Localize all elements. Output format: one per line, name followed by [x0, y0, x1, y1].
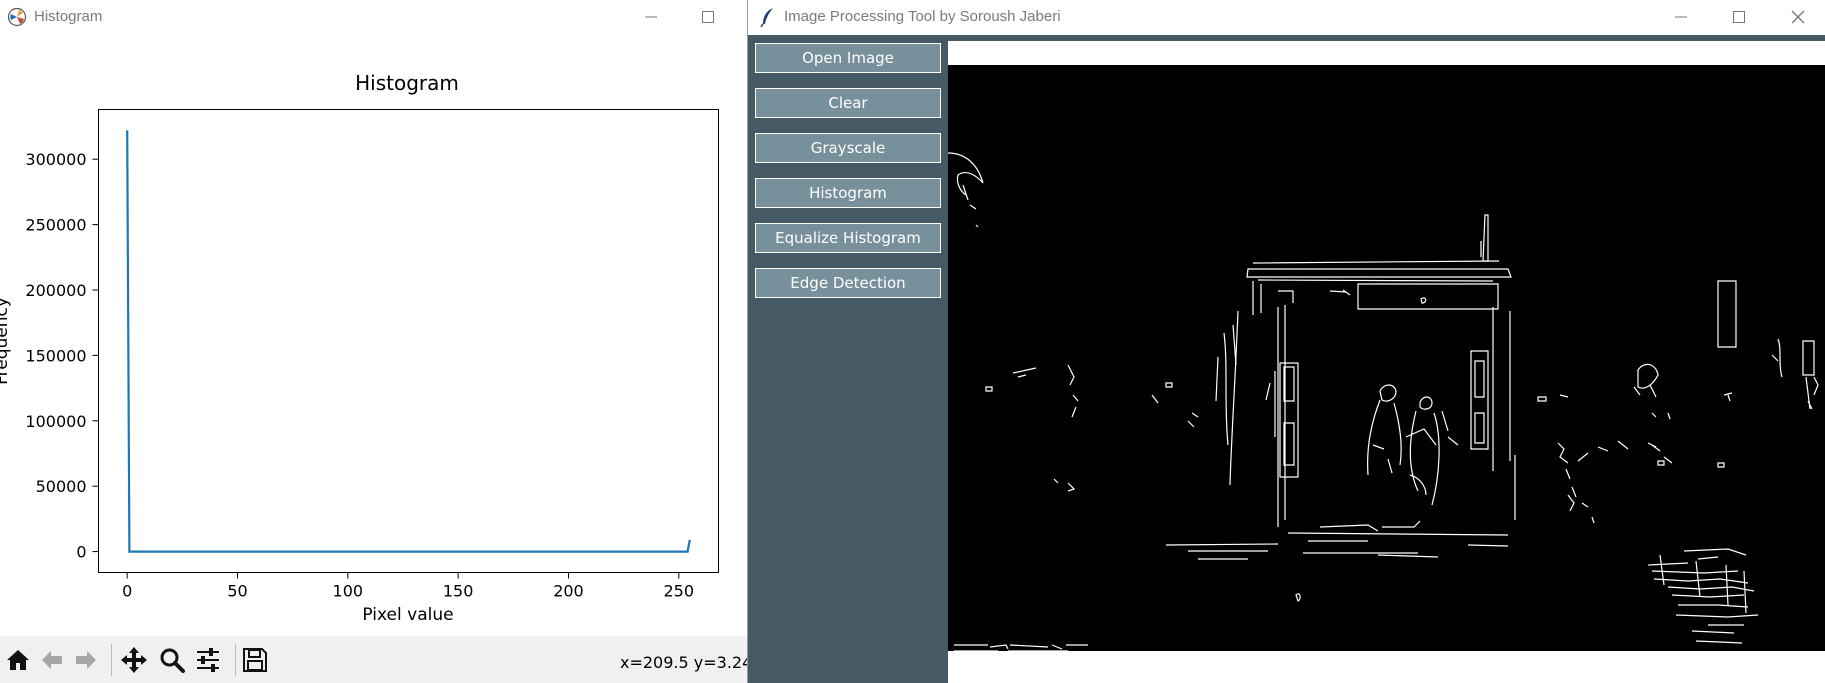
maximize-button[interactable]	[691, 4, 725, 30]
histogram-button[interactable]: Histogram	[755, 178, 941, 208]
y-axis: 0 50000 100000 150000 200000 250000 300000	[25, 150, 99, 562]
button-panel: Open Image Clear Grayscale Histogram Equ…	[748, 35, 946, 683]
zoom-button[interactable]	[157, 645, 187, 675]
minimize-button[interactable]	[634, 4, 668, 30]
save-button[interactable]	[240, 645, 270, 675]
x-tick-label: 100	[333, 582, 364, 601]
y-tick-label: 150000	[25, 346, 86, 365]
close-icon	[1791, 10, 1805, 24]
equalize-histogram-button[interactable]: Equalize Histogram	[755, 223, 941, 253]
y-tick-label: 100000	[25, 412, 86, 431]
maximize-button[interactable]	[1722, 4, 1756, 30]
x-tick-label: 250	[664, 582, 695, 601]
feather-icon	[760, 8, 773, 27]
histogram-titlebar: Histogram	[0, 0, 750, 34]
arrow-left-icon	[42, 651, 62, 669]
histogram-chart: Histogram 0 50 100 150 200 250 0 50000 100000 15…	[0, 71, 719, 625]
close-button[interactable]	[1781, 4, 1815, 30]
image-canvas[interactable]	[947, 41, 1825, 683]
grayscale-button[interactable]: Grayscale	[755, 133, 941, 163]
plot-area	[98, 109, 719, 573]
image-processing-window: Image Processing Tool by Soroush Jaberi …	[747, 0, 1825, 683]
move-icon	[121, 647, 147, 673]
toolbar-separator	[235, 644, 236, 676]
pan-button[interactable]	[119, 645, 149, 675]
window-title: Image Processing Tool by Soroush Jaberi	[784, 8, 1061, 25]
minimize-button[interactable]	[1664, 4, 1698, 30]
maximize-icon	[702, 11, 714, 23]
clear-button[interactable]: Clear	[755, 88, 941, 118]
toolbar-separator	[111, 644, 112, 676]
y-tick-label: 200000	[25, 281, 86, 300]
y-tick-label: 300000	[25, 150, 86, 169]
forward-button[interactable]	[71, 645, 101, 675]
x-tick-label: 0	[122, 582, 132, 601]
arrow-right-icon	[76, 651, 96, 669]
y-tick-label: 0	[76, 543, 86, 562]
y-tick-label: 50000	[36, 477, 87, 496]
x-axis-label: Pixel value	[362, 605, 453, 625]
x-tick-label: 50	[227, 582, 247, 601]
x-tick-label: 150	[443, 582, 474, 601]
sliders-icon	[197, 648, 219, 672]
x-tick-label: 200	[553, 582, 584, 601]
histogram-figure[interactable]: Histogram 0 50 100 150 200 250 0 50000 100000 15…	[0, 34, 750, 636]
open-image-button[interactable]: Open Image	[755, 43, 941, 73]
minimize-icon	[1675, 16, 1687, 18]
configure-subplots-button[interactable]	[193, 645, 223, 675]
edge-detected-image	[947, 65, 1825, 652]
magnifier-icon	[160, 648, 185, 673]
edge-detection-button[interactable]: Edge Detection	[755, 268, 941, 298]
home-button[interactable]	[3, 645, 33, 675]
maximize-icon	[1733, 11, 1745, 23]
tool-titlebar: Image Processing Tool by Soroush Jaberi	[748, 0, 1825, 35]
tool-body: Open Image Clear Grayscale Histogram Equ…	[748, 35, 1825, 683]
window-title: Histogram	[34, 8, 103, 25]
home-icon	[7, 650, 29, 670]
minimize-icon	[645, 16, 657, 18]
chart-title: Histogram	[355, 71, 459, 95]
y-axis-label: Frequency	[0, 297, 12, 385]
y-tick-label: 250000	[25, 216, 86, 235]
back-button[interactable]	[37, 645, 67, 675]
floppy-disk-icon	[243, 648, 267, 672]
histogram-window: Histogram Histogram 0 50 100 150 200 250 0 500…	[0, 0, 772, 683]
matplotlib-icon	[7, 7, 27, 27]
edge-lines-drawing	[947, 152, 1819, 652]
x-axis: 0 50 100 150 200 250	[122, 572, 695, 601]
